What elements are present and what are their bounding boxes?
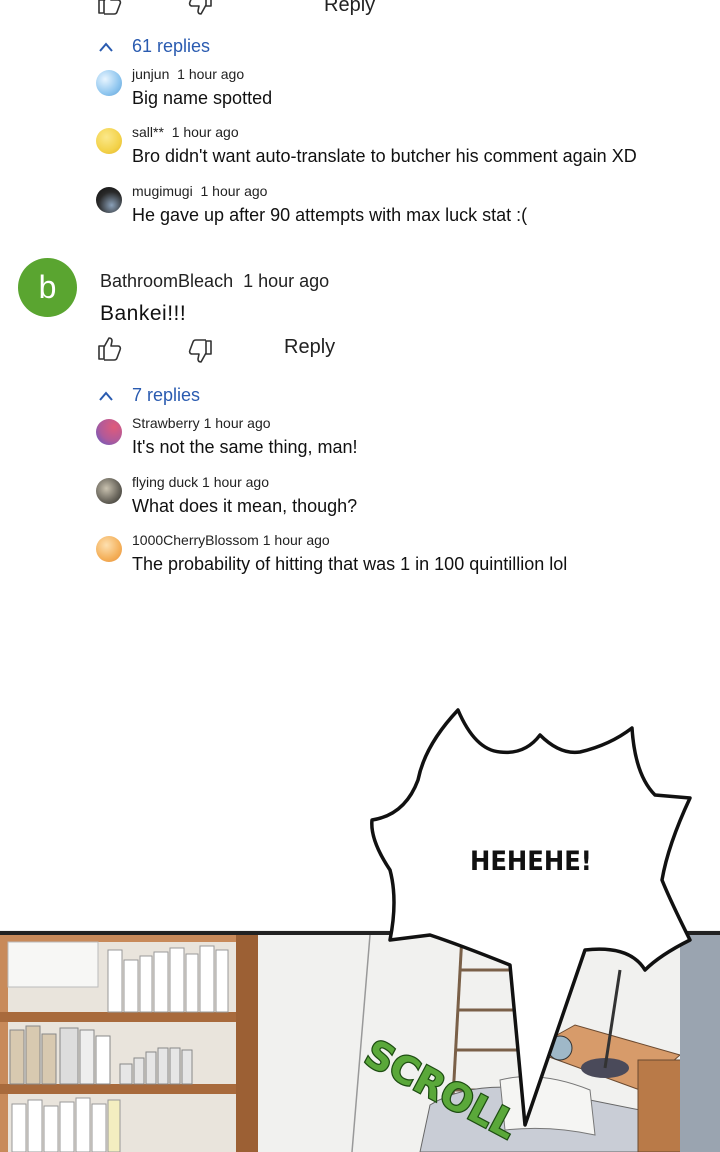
avatar[interactable] [96,128,122,154]
list-item: flying duck 1 hour ago What does it mean… [96,474,696,524]
list-item: 1000CherryBlossom 1 hour ago The probabi… [96,532,696,582]
reply-time: 1 hour ago [262,532,330,548]
thread1-replies-toggle[interactable]: 61 replies [98,36,210,57]
reply-time: 1 hour ago [177,66,245,82]
avatar[interactable] [96,536,122,562]
comment-time: 1 hour ago [243,271,330,291]
reply-time: 1 hour ago [202,474,269,490]
reply-text: The probability of hitting that was 1 in… [132,554,568,574]
reply-meta: mugimugi 1 hour ago [132,183,267,199]
avatar[interactable] [96,419,122,445]
reply-meta: sall** 1 hour ago [132,124,239,140]
top-reply-link[interactable]: Reply [324,0,375,17]
avatar[interactable] [96,187,122,213]
reply-button[interactable]: Reply [284,336,335,359]
speech-text: HEHEHE! [470,846,592,877]
reply-text: Bro didn't want auto-translate to butche… [132,146,637,166]
comment-user[interactable]: BathroomBleach [100,271,233,291]
reply-time: 1 hour ago [203,415,271,431]
reply-user[interactable]: junjun [132,66,169,82]
comment-avatar[interactable]: b [18,258,77,317]
list-item: Strawberry 1 hour ago It's not the same … [96,415,696,465]
dislike-button[interactable] [186,338,214,366]
reply-meta: junjun 1 hour ago [132,66,244,82]
thread2-replies-toggle[interactable]: 7 replies [98,385,200,406]
list-item: sall** 1 hour ago Bro didn't want auto-t… [96,124,696,174]
thumbs-up-icon [98,337,122,361]
reply-user[interactable]: flying duck [132,474,198,490]
reply-user[interactable]: sall** [132,124,164,140]
chevron-up-icon [99,41,113,52]
list-item: junjun 1 hour ago Big name spotted [96,66,696,116]
reply-text: Big name spotted [132,88,273,108]
avatar[interactable] [96,70,122,96]
bookshelf [0,935,258,1152]
reply-meta: Strawberry 1 hour ago [132,415,271,431]
reply-user[interactable]: Strawberry [132,415,200,431]
thread2-toggle-label: 7 replies [132,385,201,405]
speech-bubble [370,708,692,1127]
reply-text: What does it mean, though? [132,496,358,516]
reply-text: He gave up after 90 attempts with max lu… [132,205,528,225]
reply-user[interactable]: 1000CherryBlossom [132,532,259,548]
reply-time: 1 hour ago [171,124,239,140]
avatar[interactable] [96,478,122,504]
list-item: mugimugi 1 hour ago He gave up after 90 … [96,183,696,233]
reply-text: It's not the same thing, man! [132,437,358,457]
reply-user[interactable]: mugimugi [132,183,193,199]
thumbs-down-icon [188,339,212,363]
comment-text: Bankei!!! [100,302,187,325]
reply-time: 1 hour ago [200,183,268,199]
chevron-up-icon [99,390,113,401]
top-dislike-icon[interactable] [186,0,214,18]
like-button[interactable] [96,334,124,362]
reply-meta: flying duck 1 hour ago [132,474,269,490]
thread1-toggle-label: 61 replies [132,36,211,56]
top-like-icon[interactable] [96,0,124,16]
reply-meta: 1000CherryBlossom 1 hour ago [132,532,330,548]
comment-meta: BathroomBleach 1 hour ago [100,271,329,292]
